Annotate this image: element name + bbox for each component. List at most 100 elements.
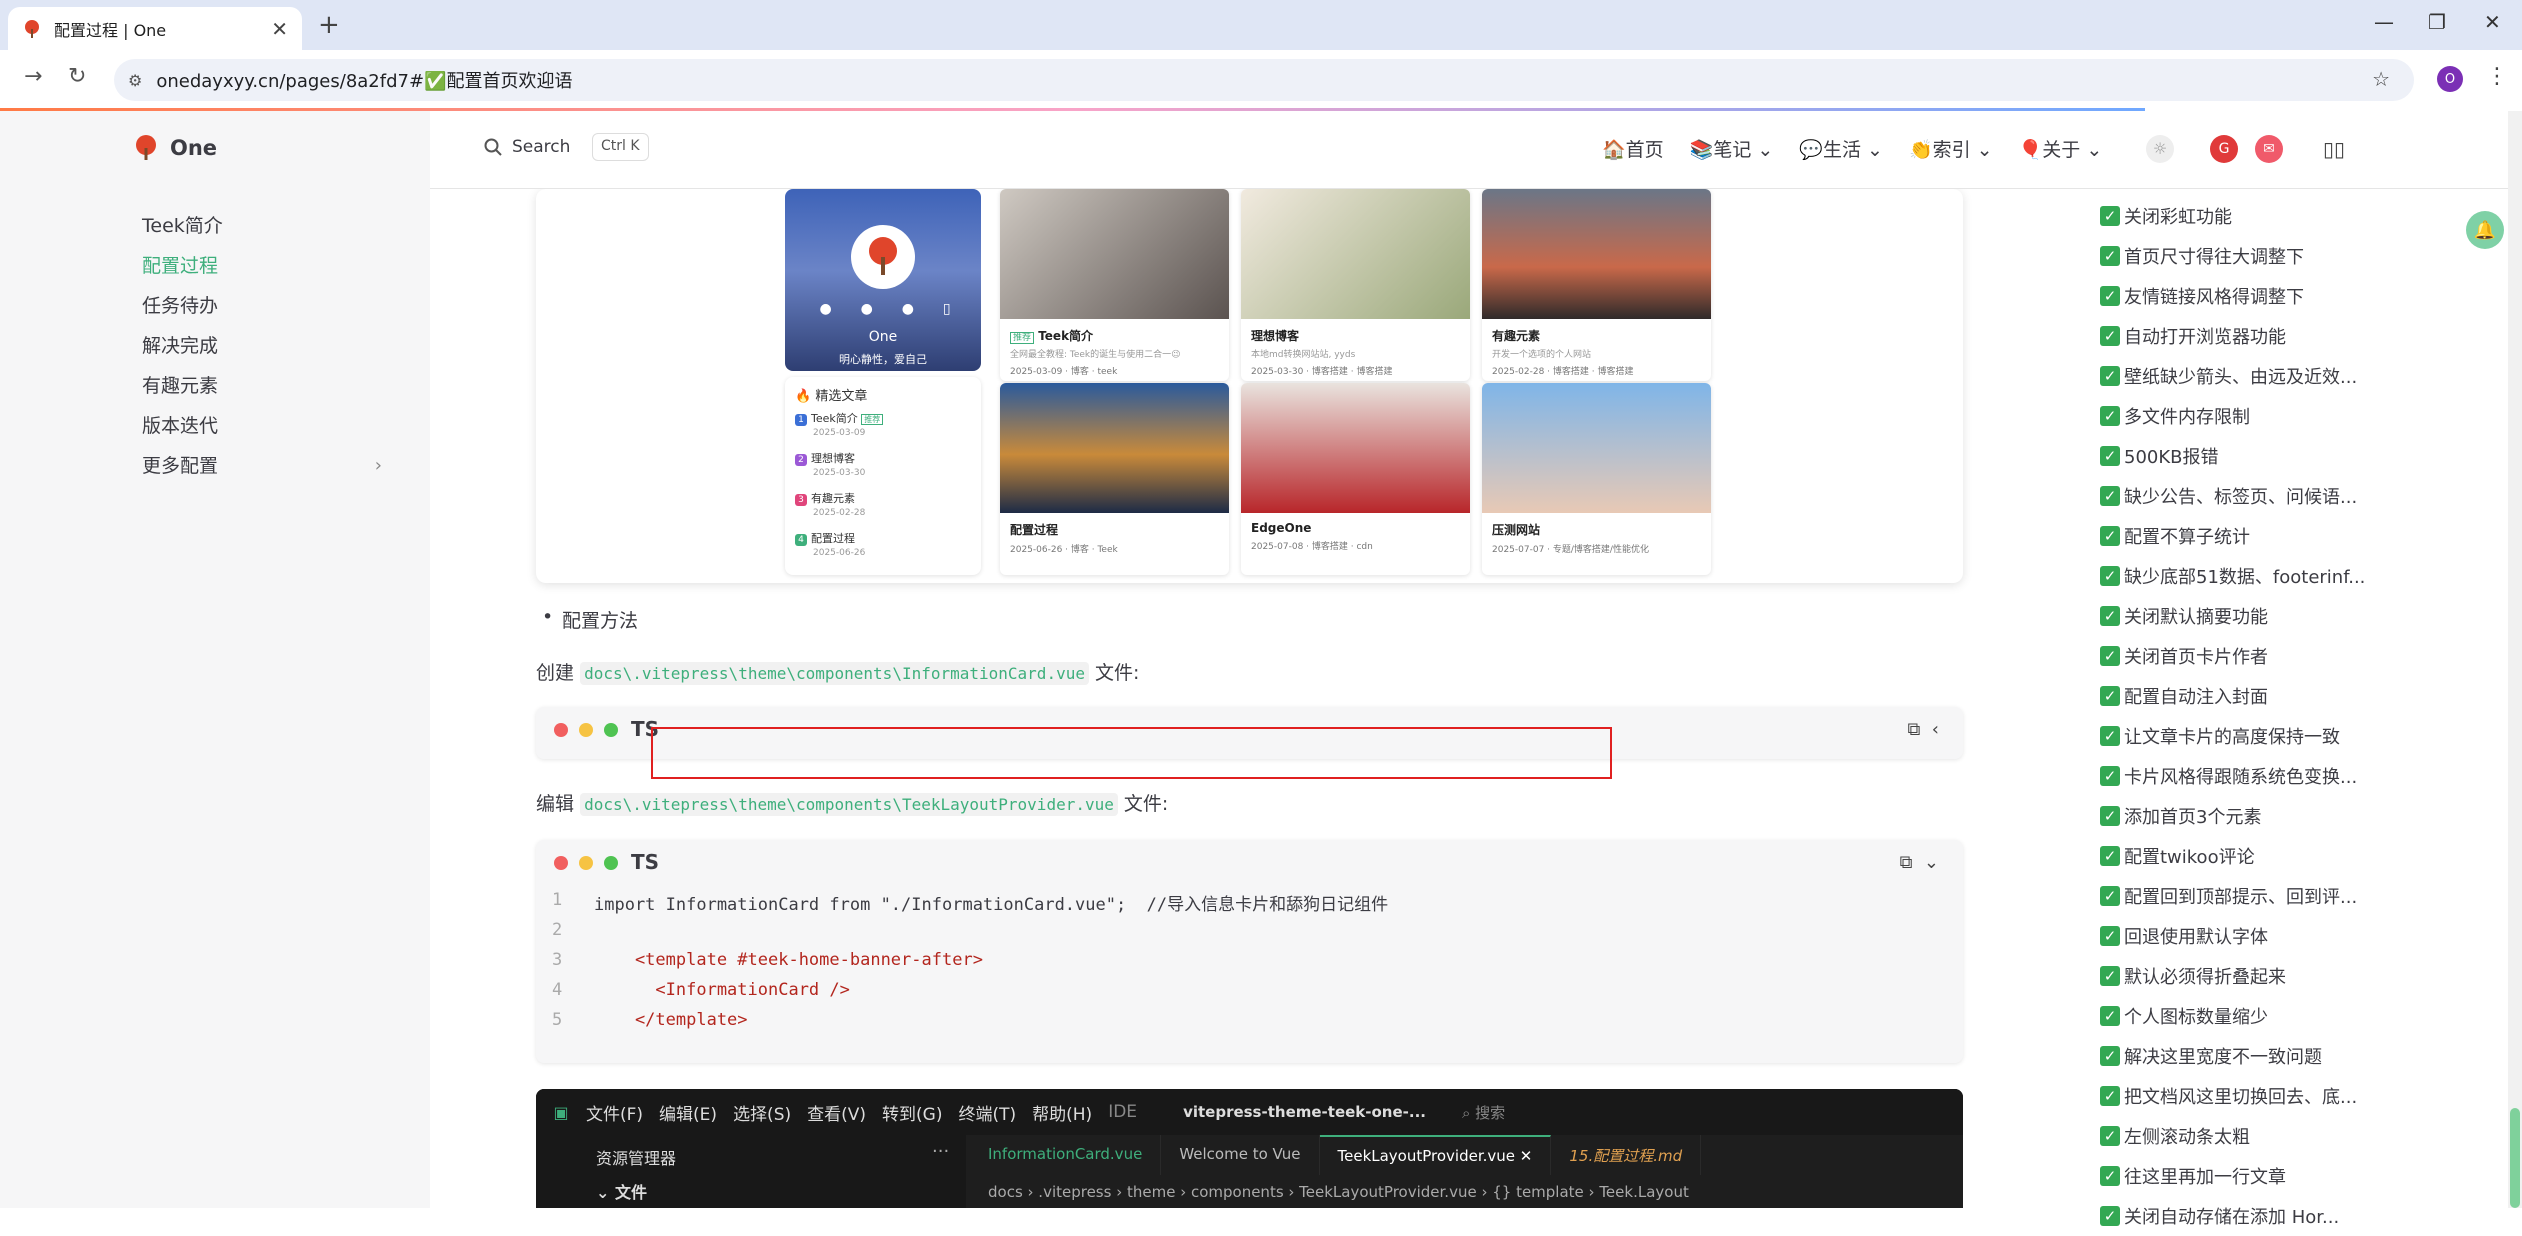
check-icon: ✓ — [2100, 726, 2120, 746]
sidebar-item-fun-elements[interactable]: 有趣元素 — [142, 366, 382, 406]
create-instruction: 创建 docs\.vitepress\theme\components\Info… — [536, 658, 1139, 685]
toc-item[interactable]: ✓ 添加首页3个元素 — [2100, 796, 2400, 836]
toc-item[interactable]: ✓ 自动打开浏览器功能 — [2100, 316, 2400, 356]
top-navbar: Search Ctrl K 🏠首页 📚笔记 ⌄ 💬生活 ⌄ 👏索引 ⌄ 🎈关于 … — [430, 111, 2522, 189]
scrollbar-thumb[interactable] — [2510, 1108, 2520, 1208]
nav-life[interactable]: 💬生活 ⌄ — [1799, 135, 1883, 162]
nav-about[interactable]: 🎈关于 ⌄ — [2019, 135, 2103, 162]
toc-item[interactable]: ✓ 关闭彩虹功能 — [2100, 196, 2400, 236]
homepage-preview-image: ● ● ● ▯ One 明心静性，爱自己 🔥 精选文章 1 Teek简介 推荐 2025-… — [536, 189, 1963, 583]
toc-item[interactable]: ✓ 缺少底部51数据、footerinf... — [2100, 556, 2400, 596]
theme-toggle-icon[interactable]: ☼ — [2146, 135, 2174, 163]
reading-mode-icon[interactable]: ▯▯ — [2320, 135, 2348, 163]
site-logo[interactable]: One — [132, 134, 217, 162]
gitee-icon[interactable]: G — [2210, 135, 2238, 163]
ide-menu-item: 转到(G) — [882, 1104, 943, 1125]
post-meta: 2025-07-07 · 专题/博客搭建/性能优化 — [1492, 545, 1649, 555]
toc-item[interactable]: ✓ 关闭默认摘要功能 — [2100, 596, 2400, 636]
copy-icon[interactable]: ⧉ — [1900, 852, 1913, 873]
rank-badge: 4 — [795, 534, 807, 546]
minimize-icon[interactable]: — — [2374, 10, 2394, 34]
window-dots — [554, 723, 629, 737]
post-card: 理想博客 本地md转换网站站, yyds 2025-03-30 · 博客搭建 ·… — [1241, 189, 1470, 381]
sidebar-item-more-config[interactable]: 更多配置 › — [142, 446, 382, 486]
mail-icon[interactable]: ✉ — [2255, 135, 2283, 163]
toc-item[interactable]: ✓ 配置不算子统计 — [2100, 516, 2400, 556]
toc-item[interactable]: ✓ 500KB报错 — [2100, 436, 2400, 476]
toc-item[interactable]: ✓ 首页尺寸得往大调整下 — [2100, 236, 2400, 276]
code-line: 3 <template #teek-home-banner-after> — [536, 950, 983, 980]
toc-item[interactable]: ✓ 往这里再加一行文章 — [2100, 1156, 2400, 1196]
forward-icon[interactable]: → — [24, 64, 42, 89]
page-scrollbar[interactable] — [2508, 111, 2522, 1208]
toc-item[interactable]: ✓ 缺少公告、标签页、问候语... — [2100, 476, 2400, 516]
profile-avatar[interactable]: O — [2437, 66, 2463, 92]
list-item: 1 Teek简介 推荐 2025-03-09 — [795, 410, 971, 450]
check-icon: ✓ — [2100, 886, 2120, 906]
ide-tab: Welcome to Vue — [1161, 1135, 1320, 1175]
sidebar-item-resolved[interactable]: 解决完成 — [142, 326, 382, 366]
expanded-code-block: TS ⧉ ⌄ 1 import InformationCard from "./I… — [536, 840, 1963, 1063]
line-number: 2 — [552, 920, 563, 940]
chevron-down-icon: ⌄ — [2086, 139, 2103, 161]
line-number: 1 — [552, 890, 563, 910]
toc-item[interactable]: ✓ 左侧滚动条太粗 — [2100, 1116, 2400, 1156]
reload-icon[interactable]: ↻ — [68, 64, 86, 89]
toc-label: 回退使用默认字体 — [2124, 927, 2268, 948]
toc-item[interactable]: ✓ 解决这里宽度不一致问题 — [2100, 1036, 2400, 1076]
toc-label: 缺少公告、标签页、问候语... — [2124, 487, 2358, 508]
table-of-contents: ✓ 关闭彩虹功能 ✓ 首页尺寸得往大调整下 ✓ 友情链接风格得调整下 ✓ 自动打开浏览器… — [2100, 196, 2400, 1236]
toc-item[interactable]: ✓ 个人图标数量缩少 — [2100, 996, 2400, 1036]
toc-item[interactable]: ✓ 关闭首页卡片作者 — [2100, 636, 2400, 676]
toc-item[interactable]: ✓ 关闭自动存储在添加 Hor... — [2100, 1196, 2400, 1236]
bookmark-star-icon[interactable]: ☆ — [2372, 67, 2390, 91]
ide-tab: 15.配置过程.md — [1551, 1135, 1702, 1175]
close-window-icon[interactable]: ✕ — [2484, 10, 2501, 34]
post-title: 有趣元素 — [1492, 329, 1541, 343]
sidebar-item-versions[interactable]: 版本迭代 — [142, 406, 382, 446]
check-icon: ✓ — [2100, 326, 2120, 346]
chevron-left-icon[interactable]: ‹ — [1932, 719, 1939, 740]
featured-date: 2025-03-30 — [813, 468, 866, 478]
chevron-down-icon[interactable]: ⌄ — [1924, 852, 1939, 873]
browser-menu-icon[interactable]: ⋮ — [2486, 64, 2508, 89]
search-button[interactable]: Search — [484, 137, 570, 157]
post-cover-image — [1000, 189, 1229, 319]
sidebar-item-config-process[interactable]: 配置过程 — [142, 246, 382, 286]
create-prefix: 创建 — [536, 662, 575, 684]
toc-item[interactable]: ✓ 配置twikoo评论 — [2100, 836, 2400, 876]
nav-home[interactable]: 🏠首页 — [1602, 135, 1664, 162]
new-tab-icon[interactable]: + — [318, 10, 340, 40]
close-tab-icon[interactable]: ✕ — [271, 17, 288, 41]
code-line: 2 — [536, 920, 594, 950]
sidebar-item-teek-intro[interactable]: Teek简介 — [142, 206, 382, 246]
toc-item[interactable]: ✓ 配置回到顶部提示、回到评... — [2100, 876, 2400, 916]
nav-index[interactable]: 👏索引 ⌄ — [1909, 135, 1993, 162]
check-icon: ✓ — [2100, 806, 2120, 826]
notification-bell-button[interactable]: 🔔 — [2466, 211, 2504, 249]
sidebar-item-todo[interactable]: 任务待办 — [142, 286, 382, 326]
toc-label: 左侧滚动条太粗 — [2124, 1127, 2250, 1148]
site-info-icon[interactable]: ⚙ — [128, 71, 142, 90]
toc-item[interactable]: ✓ 壁纸缺少箭头、由远及近效... — [2100, 356, 2400, 396]
github-icon: ● — [819, 301, 832, 317]
profile-name: One — [868, 329, 898, 345]
nav-notes[interactable]: 📚笔记 ⌄ — [1690, 135, 1774, 162]
toc-label: 个人图标数量缩少 — [2124, 1007, 2268, 1028]
tab-title: 配置过程 | One — [54, 20, 167, 40]
toc-item[interactable]: ✓ 让文章卡片的高度保持一致 — [2100, 716, 2400, 756]
browser-tab[interactable]: 配置过程 | One ✕ — [8, 7, 302, 50]
url-field[interactable]: ⚙ onedayxyy.cn/pages/8a2fd7#✅配置首页欢迎语 ☆ — [114, 59, 2414, 101]
check-icon: ✓ — [2100, 926, 2120, 946]
restore-icon[interactable]: ❐ — [2428, 10, 2446, 34]
toc-item[interactable]: ✓ 默认必须得折叠起来 — [2100, 956, 2400, 996]
toc-item[interactable]: ✓ 配置自动注入封面 — [2100, 676, 2400, 716]
copy-icon[interactable]: ⧉ — [1907, 719, 1920, 740]
post-card: 有趣元素 开发一个选项的个人网站 2025-02-28 · 博客搭建 · 博客搭… — [1482, 189, 1711, 381]
toc-item[interactable]: ✓ 卡片风格得跟随系统色变换... — [2100, 756, 2400, 796]
toc-item[interactable]: ✓ 把文档风这里切换回去、底... — [2100, 1076, 2400, 1116]
highlight-box — [651, 727, 1612, 779]
toc-item[interactable]: ✓ 多文件内存限制 — [2100, 396, 2400, 436]
toc-item[interactable]: ✓ 友情链接风格得调整下 — [2100, 276, 2400, 316]
toc-item[interactable]: ✓ 回退使用默认字体 — [2100, 916, 2400, 956]
